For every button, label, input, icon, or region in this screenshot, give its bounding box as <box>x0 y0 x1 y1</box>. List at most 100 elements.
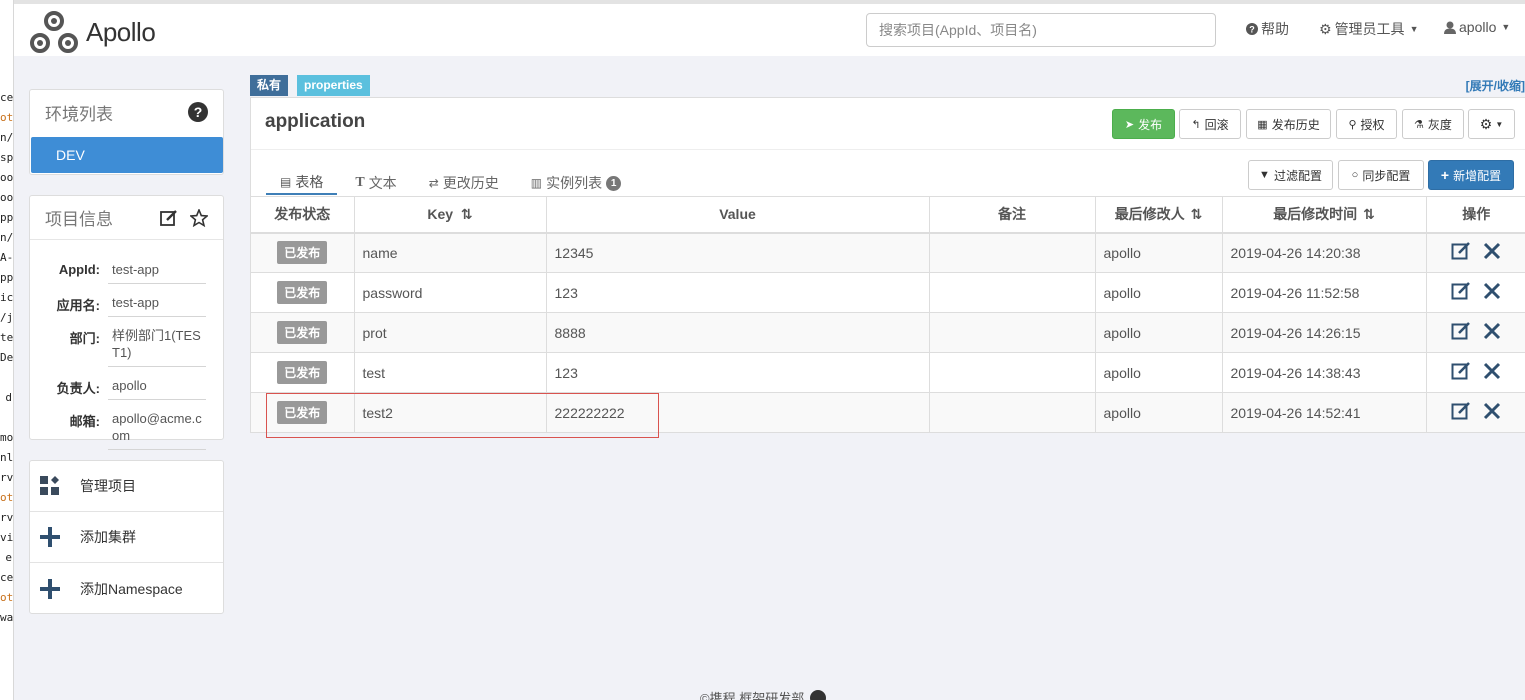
filter-config-button[interactable]: ▼ 过滤配置 <box>1248 160 1333 190</box>
operations-cell <box>1425 392 1525 433</box>
project-info-row: 负责人: apollo <box>44 371 209 400</box>
project-info-value: apollo@acme.com <box>108 404 206 450</box>
gray-release-button[interactable]: ⚗ 灰度 <box>1402 109 1464 139</box>
column-header-comment: 备注 <box>928 196 1095 234</box>
column-modified-time-label: 最后修改时间 <box>1273 206 1358 223</box>
github-icon[interactable] <box>810 689 827 700</box>
background-text-fragment <box>0 408 13 428</box>
background-text-fragment: d <box>5 391 12 404</box>
caret-down-icon: ▼ <box>1495 119 1504 129</box>
footer-text: ©携程 框架研发部 <box>700 691 805 700</box>
manage-project-label: 管理项目 <box>80 478 136 494</box>
tab-instances[interactable]: ▥ 实例列表 1 <box>517 171 635 195</box>
publish-history-button[interactable]: ▦ 发布历史 <box>1246 109 1331 139</box>
grant-button[interactable]: ⚲ 授权 <box>1336 109 1397 139</box>
value-cell: 123 <box>545 352 929 393</box>
apollo-logo-icon <box>30 11 78 53</box>
background-text-fragment: ce <box>0 571 14 584</box>
delete-icon[interactable] <box>1483 402 1501 423</box>
key-cell: prot <box>353 312 546 353</box>
rollback-button[interactable]: ↰ 回滚 <box>1179 109 1241 139</box>
question-circle-icon[interactable]: ? <box>188 102 208 122</box>
value-cell: 8888 <box>545 312 929 353</box>
column-header-key[interactable]: Key ⇅ <box>353 196 546 234</box>
edit-icon[interactable] <box>1451 241 1471 264</box>
column-key-label: Key <box>427 205 454 222</box>
tab-change-history-label: 更改历史 <box>442 175 499 191</box>
user-label: apollo <box>1459 19 1497 35</box>
delete-icon[interactable] <box>1483 242 1501 263</box>
publish-history-label: 发布历史 <box>1271 117 1320 132</box>
tab-instances-label: 实例列表 <box>546 175 603 191</box>
tab-table[interactable]: ▤ 表格 <box>266 171 338 195</box>
namespace-tabs: ▤ 表格 T 文本 ⇄ 更改历史 ▥ 实例列表 1 <box>266 171 639 195</box>
modified-time-cell: 2019-04-26 14:26:15 <box>1221 312 1426 353</box>
project-info-label: 部门: <box>69 331 100 346</box>
user-dropdown[interactable]: apollo ▼ <box>1444 19 1510 35</box>
background-text-fragment: nl <box>0 451 14 464</box>
edit-icon[interactable] <box>1451 281 1471 304</box>
project-info-value: test-app <box>108 288 206 317</box>
env-item-dev[interactable]: DEV <box>31 137 223 173</box>
add-cluster-button[interactable]: 添加集群 <box>30 512 223 563</box>
status-cell: 已发布 <box>251 232 354 273</box>
project-info-label: 邮箱: <box>69 414 100 429</box>
project-info-label: AppId: <box>58 262 100 277</box>
table-row: 已发布 prot 8888 apollo 2019-04-26 14:26:15 <box>251 312 1525 353</box>
tab-change-history[interactable]: ⇄ 更改历史 <box>415 171 513 195</box>
operations-cell <box>1425 352 1525 393</box>
edit-icon[interactable] <box>160 209 178 227</box>
settings-dropdown-button[interactable]: ⚙ ▼ <box>1468 109 1515 139</box>
film-icon: ▥ <box>530 176 543 190</box>
admin-tools-label: 管理员工具 <box>1334 21 1405 37</box>
caret-down-icon: ▼ <box>1501 22 1511 32</box>
caret-down-icon: ▼ <box>1409 24 1419 34</box>
edit-icon[interactable] <box>1451 321 1471 344</box>
admin-tools-dropdown[interactable]: ⚙ 管理员工具 ▼ <box>1319 19 1418 39</box>
expand-collapse-link[interactable]: [展开/收缩] <box>1466 77 1525 94</box>
column-header-value: Value <box>545 196 929 234</box>
key-cell: name <box>353 232 546 273</box>
project-search-input[interactable] <box>866 13 1216 47</box>
star-icon[interactable] <box>190 208 208 227</box>
namespace-title: application <box>265 111 366 132</box>
add-config-label: 新增配置 <box>1453 168 1502 183</box>
sort-icon: ⇅ <box>1190 206 1203 223</box>
namespace-format-tag: properties <box>297 75 370 96</box>
publish-button[interactable]: ➤ 发布 <box>1112 109 1175 139</box>
manage-project-button[interactable]: 管理项目 <box>30 461 223 512</box>
status-badge: 已发布 <box>277 241 328 265</box>
delete-icon[interactable] <box>1483 282 1501 303</box>
project-info-label: 应用名: <box>56 298 100 313</box>
project-info-title: 项目信息 <box>45 210 113 229</box>
project-info-panel: 项目信息 AppId: test-app 应用名: test-app 部门: 样例部门1(… <box>29 195 224 450</box>
sync-config-button[interactable]: ○ 同步配置 <box>1338 160 1424 190</box>
status-badge: 已发布 <box>277 321 328 344</box>
background-text-fragment: oo <box>0 191 14 204</box>
background-text-fragment <box>0 368 13 388</box>
apollo-logo[interactable]: Apollo <box>28 8 158 56</box>
add-namespace-button[interactable]: 添加Namespace <box>30 563 223 614</box>
column-header-modifier[interactable]: 最后修改人 ⇅ <box>1094 196 1222 234</box>
modified-time-cell: 2019-04-26 14:38:43 <box>1221 352 1426 393</box>
plus-icon <box>40 527 60 547</box>
add-config-button[interactable]: + 新增配置 <box>1428 160 1514 190</box>
column-header-modified-time[interactable]: 最后修改时间 ⇅ <box>1221 196 1426 234</box>
edit-icon[interactable] <box>1451 361 1471 384</box>
sort-icon: ⇅ <box>460 205 473 222</box>
delete-icon[interactable] <box>1483 322 1501 343</box>
background-text-fragment: ot <box>0 111 14 124</box>
delete-icon[interactable] <box>1483 362 1501 383</box>
tab-text-label: 文本 <box>368 175 397 191</box>
sort-icon: ⇅ <box>1363 206 1375 223</box>
status-badge: 已发布 <box>277 281 328 304</box>
add-cluster-label: 添加集群 <box>80 529 136 545</box>
rollback-label: 回滚 <box>1204 117 1229 132</box>
help-link[interactable]: ? 帮助 <box>1246 19 1289 39</box>
tab-text[interactable]: T 文本 <box>341 171 410 195</box>
background-text-fragment: e <box>5 551 12 564</box>
background-text-fragment: oo <box>0 171 14 184</box>
comment-cell <box>928 392 1095 433</box>
edit-icon[interactable] <box>1451 401 1471 424</box>
background-text-fragment: ica <box>0 291 14 304</box>
